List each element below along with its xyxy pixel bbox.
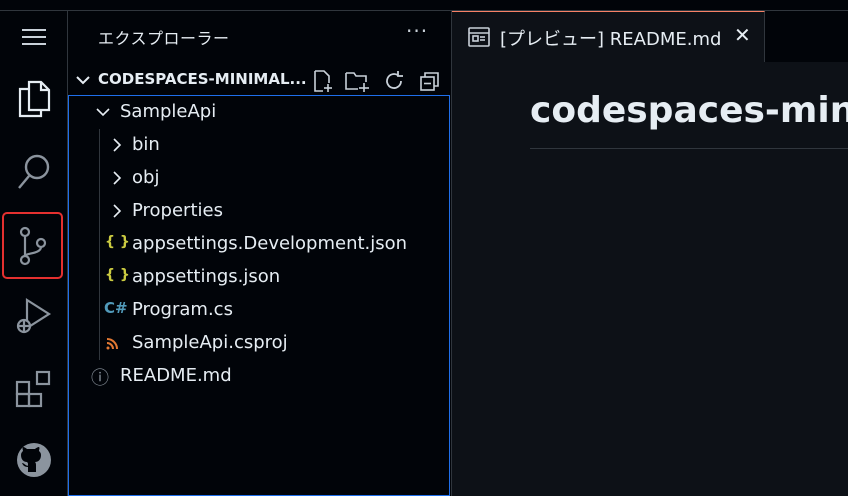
heading-divider [530,148,848,149]
explorer-icon[interactable] [0,73,67,125]
sidebar-title: エクスプローラー [98,29,230,48]
tree-item-label: bin [132,134,160,155]
source-control-icon[interactable] [2,212,63,279]
markdown-preview: codespaces-mini [452,62,848,496]
more-actions-icon[interactable]: ··· [406,19,428,43]
activity-bar [0,11,68,496]
tree-item-appsettings-development[interactable]: { } appsettings.Development.json [69,228,449,261]
tree-item-obj[interactable]: obj [69,162,449,195]
chevron-right-icon [113,171,122,185]
file-tree: SampleApi bin obj Properties { } appsett… [68,95,450,496]
tree-item-label: obj [132,167,160,188]
new-folder-icon[interactable] [344,69,370,93]
tree-item-appsettings[interactable]: { } appsettings.json [69,261,449,294]
csharp-file-icon: C# [104,299,128,317]
tree-item-bin[interactable]: bin [69,129,449,162]
new-file-icon[interactable] [310,69,334,93]
tree-item-sampleapi-csproj[interactable]: SampleApi.csproj [69,327,449,360]
tab-readme-preview[interactable]: [プレビュー] README.md ✕ [452,11,765,62]
extensions-icon[interactable] [0,363,67,415]
run-debug-icon[interactable] [0,291,67,341]
refresh-icon[interactable] [382,69,406,93]
tree-item-program-cs[interactable]: C# Program.cs [69,294,449,327]
tree-item-label: README.md [120,365,232,386]
tree-item-label: SampleApi.csproj [132,332,288,353]
json-file-icon: { } [105,267,130,283]
editor-tab-bar: [プレビュー] README.md ✕ [452,11,848,62]
chevron-right-icon [113,204,122,218]
preview-icon [468,27,490,47]
tree-item-readme[interactable]: ⓘ README.md [69,360,449,393]
tree-item-properties[interactable]: Properties [69,195,449,228]
chevron-down-icon [76,76,90,85]
collapse-all-icon[interactable] [418,69,442,93]
chevron-down-icon [96,108,110,117]
preview-heading: codespaces-mini [530,90,848,131]
rss-file-icon [106,338,118,350]
search-icon[interactable] [0,147,67,197]
info-icon: ⓘ [91,368,109,389]
window-top-edge [0,0,848,11]
chevron-right-icon [113,138,122,152]
explorer-sidebar: エクスプローラー ··· CODESPACES-MINIMAL... Sampl… [68,11,452,496]
workspace-section-header[interactable]: CODESPACES-MINIMAL... [68,65,451,95]
tree-item-label: appsettings.json [132,266,281,287]
tree-item-label: Properties [132,200,223,221]
tree-item-label: Program.cs [132,299,233,320]
github-icon[interactable] [0,437,67,483]
close-icon[interactable]: ✕ [734,23,751,47]
workspace-title: CODESPACES-MINIMAL... [98,70,307,88]
tree-item-label: appsettings.Development.json [132,233,408,254]
json-file-icon: { } [105,234,130,250]
tree-item-label: SampleApi [120,101,217,122]
tab-label: [プレビュー] README.md [500,29,722,50]
tree-item-sampleapi[interactable]: SampleApi [69,96,449,129]
menu-icon[interactable] [0,19,67,55]
